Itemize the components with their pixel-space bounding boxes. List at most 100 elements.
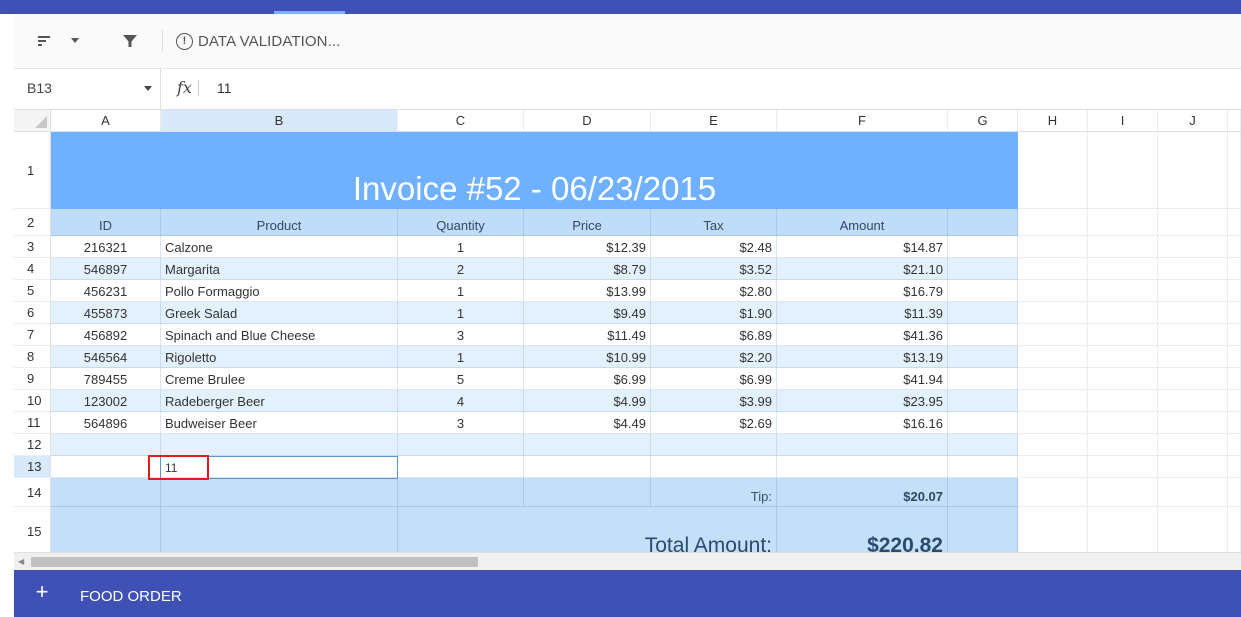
table-cell[interactable] — [1158, 412, 1228, 434]
table-cell[interactable] — [948, 324, 1018, 346]
header-cell-id[interactable]: ID — [51, 209, 161, 236]
table-cell[interactable]: 1 — [398, 280, 524, 302]
horizontal-scrollbar[interactable]: ◀ — [14, 552, 1241, 570]
table-cell[interactable]: $11.39 — [777, 302, 948, 324]
table-cell[interactable] — [1088, 434, 1158, 456]
table-cell[interactable]: 456231 — [51, 280, 161, 302]
table-cell[interactable] — [1088, 280, 1158, 302]
table-cell[interactable] — [948, 507, 1018, 552]
table-cell[interactable] — [1018, 390, 1088, 412]
header-cell-amount[interactable]: Amount — [777, 209, 948, 236]
row-header-7[interactable]: 7 — [14, 324, 51, 346]
table-cell[interactable] — [948, 478, 1018, 507]
table-cell[interactable] — [524, 478, 651, 507]
table-cell[interactable]: $6.99 — [651, 368, 777, 390]
tip-label-cell[interactable]: Tip: — [651, 478, 777, 507]
table-cell[interactable]: $41.36 — [777, 324, 948, 346]
table-cell[interactable]: $13.19 — [777, 346, 948, 368]
table-cell[interactable]: 216321 — [51, 236, 161, 258]
table-cell[interactable] — [1228, 280, 1241, 302]
row-header-15[interactable]: 15 — [14, 507, 51, 552]
table-cell[interactable]: $2.48 — [651, 236, 777, 258]
table-cell[interactable] — [1018, 324, 1088, 346]
table-cell[interactable] — [1088, 478, 1158, 507]
table-cell[interactable] — [1228, 507, 1241, 552]
table-cell[interactable]: $1.90 — [651, 302, 777, 324]
column-header-f[interactable]: F — [777, 110, 948, 132]
table-cell[interactable]: $12.39 — [524, 236, 651, 258]
table-cell[interactable] — [1088, 236, 1158, 258]
table-cell[interactable]: $6.89 — [651, 324, 777, 346]
table-cell[interactable] — [398, 456, 524, 478]
table-cell[interactable] — [1228, 368, 1241, 390]
table-cell[interactable] — [1158, 209, 1228, 236]
table-cell[interactable] — [1088, 132, 1158, 209]
table-cell[interactable] — [1088, 390, 1158, 412]
total-label-cell[interactable]: Total Amount: — [398, 507, 777, 552]
table-cell[interactable] — [1158, 280, 1228, 302]
table-cell[interactable] — [1158, 132, 1228, 209]
table-cell[interactable] — [51, 507, 161, 552]
table-cell[interactable]: Spinach and Blue Cheese — [161, 324, 398, 346]
table-cell[interactable] — [1088, 258, 1158, 280]
cell-reference[interactable]: B13 — [27, 80, 52, 96]
table-cell[interactable] — [1088, 324, 1158, 346]
table-cell[interactable] — [51, 434, 161, 456]
header-cell-g[interactable] — [948, 209, 1018, 236]
scrollbar-thumb[interactable] — [31, 557, 478, 567]
table-cell[interactable] — [948, 302, 1018, 324]
table-cell[interactable]: 1 — [398, 346, 524, 368]
table-cell[interactable] — [524, 456, 651, 478]
column-header-a[interactable]: A — [51, 110, 161, 132]
table-cell[interactable]: Calzone — [161, 236, 398, 258]
table-cell[interactable] — [1228, 412, 1241, 434]
table-cell[interactable] — [161, 478, 398, 507]
selected-cell-b13[interactable]: 11 — [161, 456, 398, 478]
data-validation-button[interactable]: ! DATA VALIDATION... — [176, 28, 340, 54]
table-cell[interactable] — [1158, 302, 1228, 324]
table-cell[interactable]: 546564 — [51, 346, 161, 368]
row-header-12[interactable]: 12 — [14, 434, 51, 456]
table-cell[interactable] — [948, 456, 1018, 478]
row-header-2[interactable]: 2 — [14, 209, 51, 236]
table-cell[interactable]: $2.20 — [651, 346, 777, 368]
sheet-tab-food-order[interactable]: FOOD ORDER — [80, 588, 182, 605]
total-value-cell[interactable]: $220.82 — [777, 507, 948, 552]
table-cell[interactable] — [1158, 236, 1228, 258]
table-cell[interactable] — [1228, 258, 1241, 280]
table-cell[interactable] — [1018, 236, 1088, 258]
table-cell[interactable] — [1158, 390, 1228, 412]
row-header-14[interactable]: 14 — [14, 478, 51, 507]
header-cell-price[interactable]: Price — [524, 209, 651, 236]
select-all-corner[interactable] — [14, 110, 51, 132]
table-cell[interactable]: 456892 — [51, 324, 161, 346]
table-cell[interactable]: $3.52 — [651, 258, 777, 280]
table-cell[interactable] — [1158, 456, 1228, 478]
table-cell[interactable] — [651, 456, 777, 478]
tip-value-cell[interactable]: $20.07 — [777, 478, 948, 507]
table-cell[interactable]: $23.95 — [777, 390, 948, 412]
table-cell[interactable]: Greek Salad — [161, 302, 398, 324]
table-cell[interactable] — [1018, 456, 1088, 478]
table-cell[interactable]: 1 — [398, 302, 524, 324]
table-cell[interactable]: Budweiser Beer — [161, 412, 398, 434]
row-header-13[interactable]: 13 — [14, 456, 51, 478]
table-cell[interactable] — [651, 434, 777, 456]
table-cell[interactable]: $13.99 — [524, 280, 651, 302]
table-cell[interactable] — [948, 390, 1018, 412]
table-cell[interactable] — [1228, 132, 1241, 209]
table-cell[interactable] — [1228, 302, 1241, 324]
table-cell[interactable] — [1018, 478, 1088, 507]
table-cell[interactable]: 4 — [398, 390, 524, 412]
table-cell[interactable] — [1228, 434, 1241, 456]
spreadsheet-grid[interactable]: A B C D E F G H I J 1 2 3 4 5 6 7 8 9 10… — [14, 110, 1241, 552]
table-cell[interactable] — [1158, 346, 1228, 368]
table-cell[interactable]: 789455 — [51, 368, 161, 390]
column-header-c[interactable]: C — [398, 110, 524, 132]
column-header-h[interactable]: H — [1018, 110, 1088, 132]
table-cell[interactable] — [1228, 324, 1241, 346]
table-cell[interactable] — [1158, 507, 1228, 552]
table-cell[interactable]: Radeberger Beer — [161, 390, 398, 412]
table-cell[interactable] — [1158, 478, 1228, 507]
table-cell[interactable]: Pollo Formaggio — [161, 280, 398, 302]
